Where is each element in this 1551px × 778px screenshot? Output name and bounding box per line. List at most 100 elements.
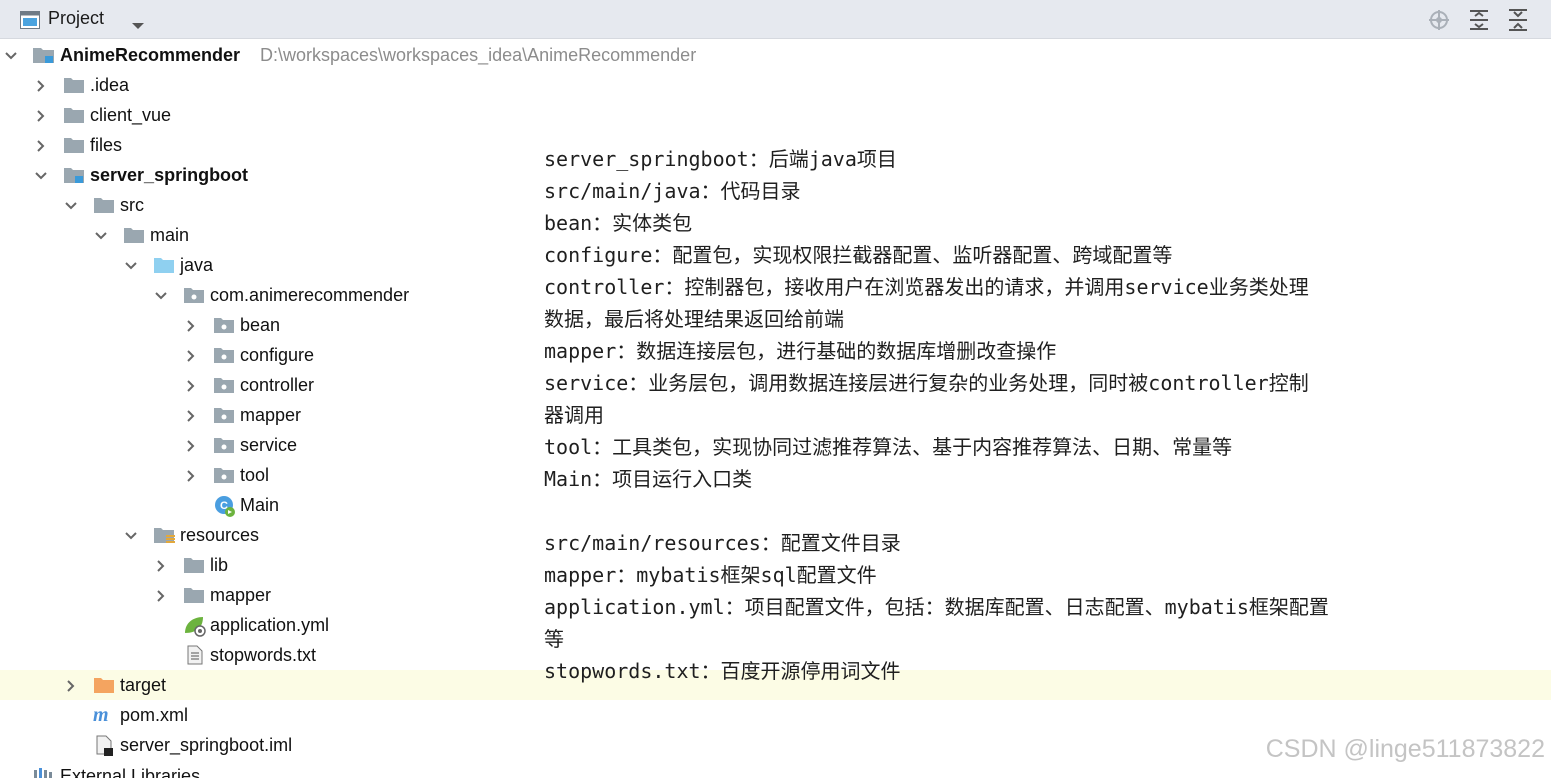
chevron-right-icon[interactable] bbox=[184, 378, 198, 397]
note-line: tool：工具类包，实现协同过滤推荐算法、基于内容推荐算法、日期、常量等 bbox=[544, 435, 1233, 459]
tree-node-root[interactable]: AnimeRecommender D:\workspaces\workspace… bbox=[0, 40, 1551, 70]
annotation-text: server_springboot：后端java项目 src/main/java… bbox=[544, 143, 1444, 687]
tree-label: External Libraries bbox=[60, 766, 201, 778]
note-line: controller：控制器包，接收用户在浏览器发出的请求，并调用service… bbox=[544, 275, 1309, 299]
package-icon bbox=[213, 346, 235, 368]
module-folder-icon bbox=[32, 46, 56, 68]
note-line: src/main/resources：配置文件目录 bbox=[544, 531, 901, 555]
note-line: 器调用 bbox=[544, 403, 604, 427]
expand-all-icon[interactable] bbox=[1468, 9, 1490, 35]
package-icon bbox=[183, 286, 205, 308]
tree-label: files bbox=[90, 135, 123, 155]
tree-label: Main bbox=[240, 495, 280, 515]
chevron-right-icon[interactable] bbox=[184, 468, 198, 487]
chevron-down-icon[interactable] bbox=[34, 168, 48, 187]
chevron-right-icon[interactable] bbox=[34, 108, 48, 127]
tree-label: com.animerecommender bbox=[210, 285, 410, 305]
package-icon bbox=[213, 406, 235, 428]
tree-label: mapper bbox=[210, 585, 272, 605]
chevron-down-icon[interactable] bbox=[4, 48, 18, 67]
folder-icon bbox=[183, 586, 205, 608]
folder-icon bbox=[123, 226, 145, 248]
collapse-all-icon[interactable] bbox=[1507, 9, 1529, 35]
note-line: stopwords.txt：百度开源停用词文件 bbox=[544, 659, 901, 683]
module-file-icon bbox=[96, 735, 116, 761]
folder-icon bbox=[63, 106, 85, 128]
package-icon bbox=[213, 466, 235, 488]
chevron-right-icon[interactable] bbox=[34, 138, 48, 157]
project-path: D:\workspaces\workspaces_idea\AnimeRecom… bbox=[260, 45, 697, 65]
note-line: src/main/java：代码目录 bbox=[544, 179, 801, 203]
chevron-right-icon[interactable] bbox=[34, 78, 48, 97]
project-view-title[interactable]: Project bbox=[48, 8, 104, 29]
folder-icon bbox=[63, 136, 85, 158]
tree-node-pom[interactable]: m pom.xml bbox=[0, 700, 1551, 730]
project-tool-window-header: Project bbox=[0, 0, 1551, 39]
tree-label: server_springboot.iml bbox=[120, 735, 293, 755]
package-icon bbox=[213, 316, 235, 338]
watermark: CSDN @linge511873822 bbox=[1265, 735, 1545, 763]
tree-label: stopwords.txt bbox=[210, 645, 317, 665]
tree-label: configure bbox=[240, 345, 315, 365]
package-icon bbox=[213, 436, 235, 458]
excluded-folder-icon bbox=[93, 676, 115, 698]
note-line: 数据，最后将处理结果返回给前端 bbox=[544, 307, 844, 331]
note-line: mapper：mybatis框架sql配置文件 bbox=[544, 563, 877, 587]
tree-label: application.yml bbox=[210, 615, 330, 635]
chevron-right-icon[interactable] bbox=[184, 318, 198, 337]
chevron-down-icon[interactable] bbox=[124, 528, 138, 547]
package-icon bbox=[213, 376, 235, 398]
chevron-down-icon[interactable] bbox=[124, 258, 138, 277]
chevron-right-icon[interactable] bbox=[154, 558, 168, 577]
tree-node-idea[interactable]: .idea bbox=[0, 70, 1551, 100]
note-line: bean：实体类包 bbox=[544, 211, 693, 235]
note-line: configure：配置包，实现权限拦截器配置、监听器配置、跨域配置等 bbox=[544, 243, 1173, 267]
tree-label: java bbox=[180, 255, 214, 275]
chevron-down-icon[interactable] bbox=[94, 228, 108, 247]
locate-icon[interactable] bbox=[1428, 9, 1450, 35]
tree-label: main bbox=[150, 225, 190, 245]
folder-icon bbox=[93, 196, 115, 218]
chevron-down-icon[interactable] bbox=[154, 288, 168, 307]
maven-icon: m bbox=[92, 704, 118, 730]
chevron-right-icon[interactable] bbox=[184, 408, 198, 427]
tree-label: src bbox=[120, 195, 144, 215]
tree-node-client-vue[interactable]: client_vue bbox=[0, 100, 1551, 130]
svg-text:m: m bbox=[93, 704, 109, 726]
folder-icon bbox=[183, 556, 205, 578]
tree-label: lib bbox=[210, 555, 229, 575]
tree-label: controller bbox=[240, 375, 315, 395]
tree-label: pom.xml bbox=[120, 705, 189, 725]
dropdown-icon[interactable] bbox=[131, 15, 145, 34]
tree-label: AnimeRecommender bbox=[60, 45, 241, 65]
note-line: application.yml：项目配置文件，包括：数据库配置、日志配置、myb… bbox=[544, 595, 1329, 619]
resources-folder-icon bbox=[153, 526, 177, 548]
chevron-right-icon[interactable] bbox=[154, 588, 168, 607]
library-icon bbox=[33, 766, 55, 778]
note-line: 等 bbox=[544, 627, 564, 651]
tree-label: client_vue bbox=[90, 105, 172, 125]
note-spacer bbox=[544, 495, 1444, 527]
note-line: service：业务层包，调用数据连接层进行复杂的业务处理，同时被control… bbox=[544, 371, 1309, 395]
spring-boot-class-icon: C bbox=[213, 494, 237, 522]
chevron-down-icon[interactable] bbox=[64, 198, 78, 217]
tree-label: target bbox=[120, 675, 167, 695]
note-line: Main：项目运行入口类 bbox=[544, 467, 753, 491]
folder-icon bbox=[63, 76, 85, 98]
tree-label: resources bbox=[180, 525, 260, 545]
chevron-right-icon[interactable] bbox=[184, 348, 198, 367]
tree-label: service bbox=[240, 435, 298, 455]
note-line: mapper：数据连接层包，进行基础的数据库增删改查操作 bbox=[544, 339, 1057, 363]
project-view-icon[interactable] bbox=[20, 11, 40, 33]
tree-label: tool bbox=[240, 465, 270, 485]
yaml-config-icon bbox=[183, 615, 207, 641]
tree-label: .idea bbox=[90, 75, 130, 95]
chevron-right-icon[interactable] bbox=[184, 438, 198, 457]
tree-label: server_springboot bbox=[90, 165, 249, 185]
chevron-right-icon[interactable] bbox=[64, 678, 78, 697]
text-file-icon bbox=[187, 645, 203, 669]
note-line: server_springboot：后端java项目 bbox=[544, 147, 897, 171]
tree-label: bean bbox=[240, 315, 281, 335]
source-folder-icon bbox=[153, 256, 175, 278]
module-folder-icon bbox=[63, 166, 87, 188]
